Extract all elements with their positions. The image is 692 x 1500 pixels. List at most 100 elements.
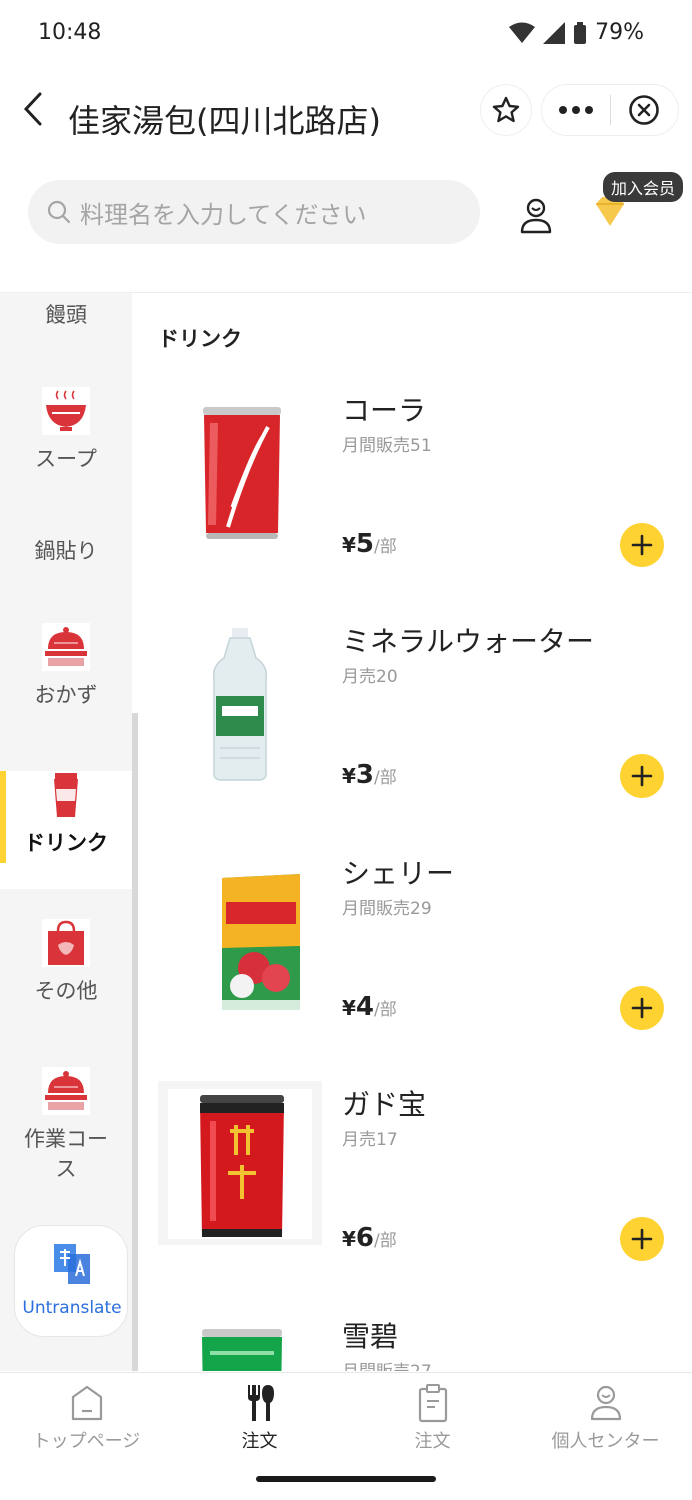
translate-icon [54,1244,90,1284]
price-unit: /部 [374,1231,397,1251]
lychee-juice-box-image [158,850,322,1014]
vip-badge: 加入会员 [603,172,684,202]
person-icon [590,1385,621,1421]
product-price: ¥4/部 [342,992,397,1022]
price-value: 5 [355,529,375,559]
herbal-tea-can-image [158,1081,322,1245]
add-to-cart-button[interactable] [620,523,664,567]
sprite-can-image [158,1313,322,1371]
currency-symbol: ¥ [342,533,356,557]
category-item-drink[interactable]: ドリンク [0,771,132,889]
tab-order[interactable]: 注文 [173,1383,346,1453]
category-label: スープ [35,447,97,471]
monthly-sales: 月間販売51 [342,436,432,456]
product-name: ミネラルウォーター [342,625,595,658]
category-label: 鍋貼り [34,539,98,563]
page-title: 佳家湯包(四川北路店) [68,102,381,140]
add-to-cart-button[interactable] [620,754,664,798]
plus-icon [631,534,653,556]
tab-label: 注文 [414,1431,451,1452]
cola-can-image [158,387,322,551]
category-label: 作業コース [24,1127,108,1181]
product-price: ¥6/部 [342,1223,397,1253]
search-input[interactable]: 料理名を入力してください [28,180,480,244]
home-indicator [256,1476,436,1482]
product-price: ¥5/部 [342,529,397,559]
add-to-cart-button[interactable] [620,986,664,1030]
price-unit: /部 [374,537,397,557]
fork-knife-icon [247,1385,274,1421]
plus-icon [631,1228,653,1250]
signal-icon [543,21,566,44]
category-item-other[interactable]: その他 [0,919,132,1005]
product-name: コーラ [342,394,427,427]
battery-icon [574,21,587,44]
price-value: 3 [355,760,375,790]
clipboard-icon [418,1384,447,1423]
back-button[interactable] [14,90,54,130]
monthly-sales: 月売20 [342,667,398,687]
search-row: 料理名を入力してください 加入会员 [0,172,692,244]
tab-label: トップページ [32,1431,141,1452]
more-dots-icon [558,106,593,114]
untranslate-label: Untranslate [22,1298,122,1318]
shopping-bag-icon [42,919,90,967]
tab-orders-list[interactable]: 注文 [346,1383,519,1453]
currency-symbol: ¥ [342,1227,356,1251]
product-item[interactable]: コーラ 月間販売51 ¥5/部 [138,387,692,619]
untranslate-button[interactable]: Untranslate [14,1225,128,1337]
drink-cup-icon [42,771,90,819]
monthly-sales: 月売17 [342,1130,398,1150]
monthly-sales: 月間販売27 [342,1357,432,1371]
product-name: シェリー [342,857,455,890]
price-unit: /部 [374,768,397,788]
plus-icon [631,765,653,787]
battery-level: 79% [595,20,644,45]
title-bar: 佳家湯包(四川北路店) [0,78,692,158]
category-item-soup[interactable]: スープ [0,387,132,473]
member-button[interactable] [514,194,558,238]
product-name: 雪碧 [342,1320,399,1353]
search-icon [47,200,71,224]
plus-icon [631,997,653,1019]
category-item-side-dish[interactable]: おかず [0,623,132,709]
currency-symbol: ¥ [342,996,356,1020]
status-bar: 10:48 79% [0,0,692,70]
product-list: ドリンク コーラ 月間販売51 ¥5/部 ミネラルウォーター 月売20 ¥3/部… [138,293,692,1371]
category-item-potsticker[interactable]: 鍋貼り [0,535,132,565]
wifi-icon [509,22,536,43]
tab-personal-center[interactable]: 個人センター [519,1383,692,1453]
tab-label: 注文 [241,1431,278,1452]
soup-bowl-icon [42,387,90,435]
tab-label: 個人センター [551,1431,660,1452]
category-label: 饅頭 [45,303,87,327]
monthly-sales: 月間販売29 [342,899,432,919]
category-item-bun[interactable]: 饅頭 [0,299,132,329]
status-time: 10:48 [38,20,102,45]
category-item-work-course[interactable]: 作業コース [0,1067,132,1183]
close-button[interactable] [611,85,679,135]
back-arrow-icon [23,92,42,126]
product-item[interactable]: ガド宝 月売17 ¥6/部 [138,1081,692,1313]
more-button[interactable] [542,85,610,135]
star-icon [492,96,520,123]
currency-symbol: ¥ [342,764,356,788]
product-item[interactable]: ミネラルウォーター 月売20 ¥3/部 [138,618,692,850]
user-icon [520,198,552,234]
home-icon [71,1385,102,1421]
product-price: ¥3/部 [342,760,397,790]
price-value: 6 [355,1223,375,1253]
covered-dish-icon [42,623,90,671]
category-sidebar: 饅頭 スープ 鍋貼り おかず ドリンク その他 作業コース [0,293,132,1371]
tab-home[interactable]: トップページ [0,1383,173,1453]
favorite-button[interactable] [480,84,532,136]
category-label: おかず [34,683,98,707]
category-label: その他 [34,979,98,1003]
product-item[interactable]: 雪碧 月間販売27 [138,1313,692,1371]
product-name: ガド宝 [342,1088,427,1121]
add-to-cart-button[interactable] [620,1217,664,1261]
water-bottle-image [158,618,322,782]
category-label: ドリンク [24,831,108,855]
product-item[interactable]: シェリー 月間販売29 ¥4/部 [138,850,692,1082]
menu-capsule [541,84,679,136]
